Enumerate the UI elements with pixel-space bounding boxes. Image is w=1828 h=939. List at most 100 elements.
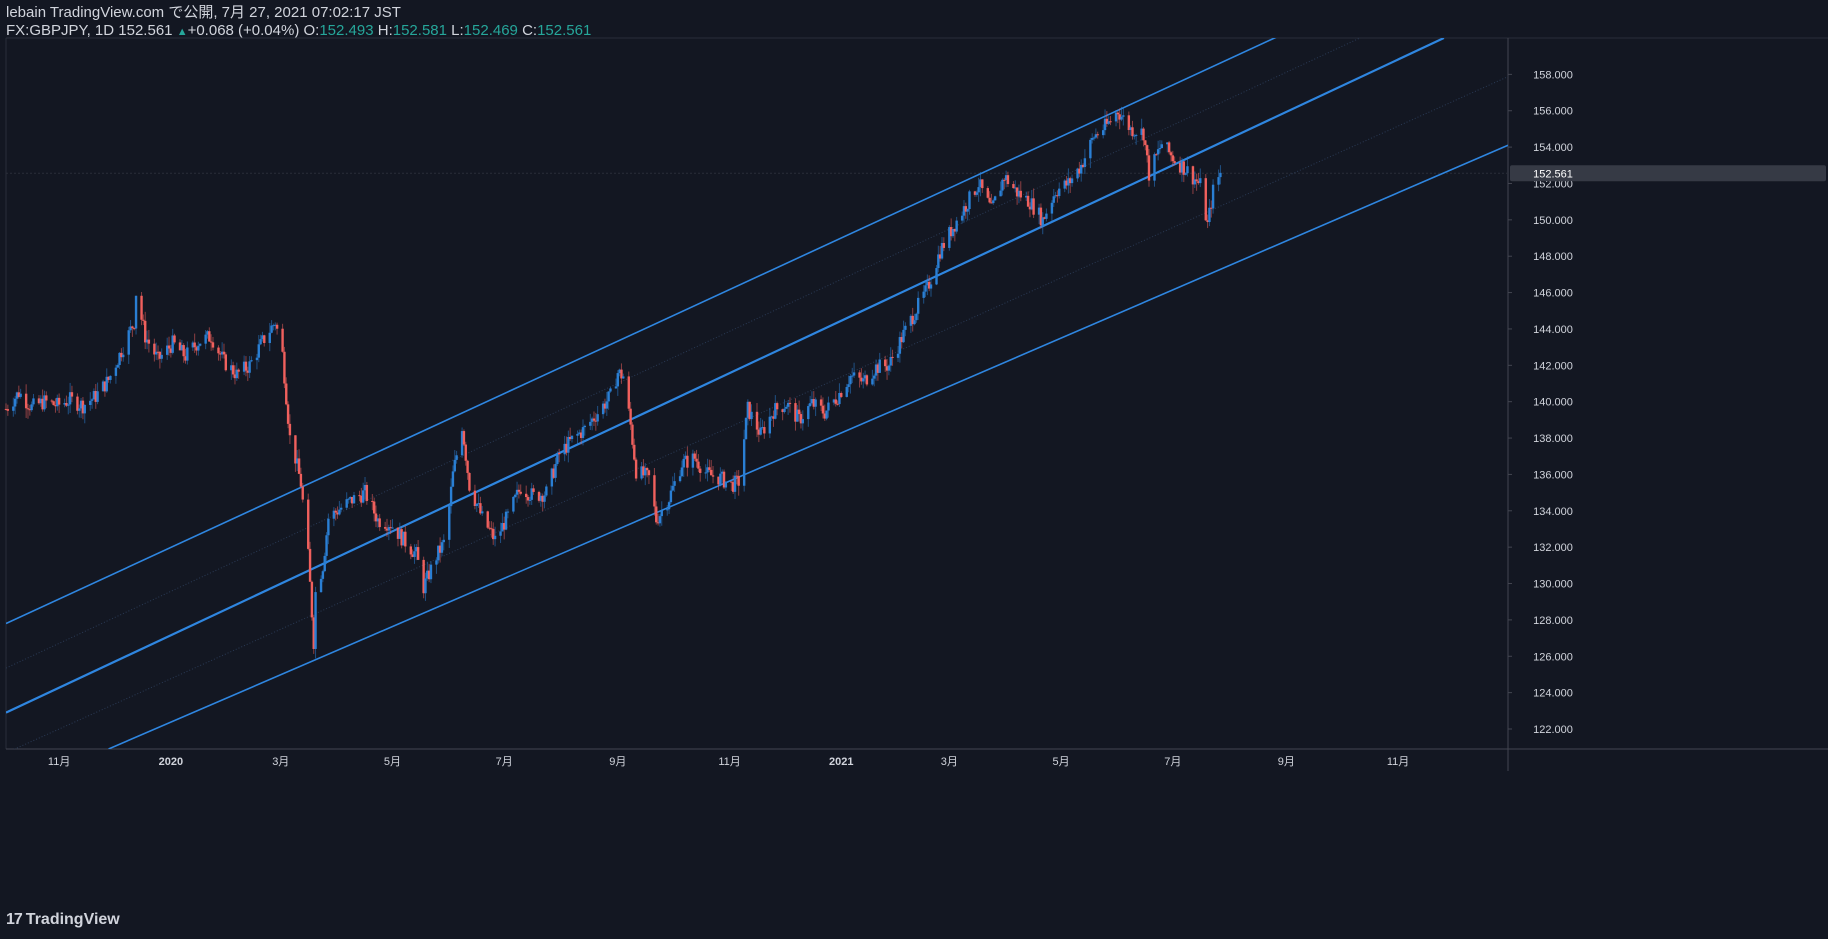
candle-body	[424, 578, 427, 594]
candle-body	[1186, 166, 1189, 174]
candle-body	[297, 458, 301, 474]
price-tick-label: 158.000	[1533, 69, 1573, 81]
candle-body	[840, 392, 843, 397]
candle-body	[182, 345, 185, 357]
candle-body	[1145, 145, 1149, 156]
candle-body	[1144, 140, 1147, 146]
candle-body	[30, 404, 33, 411]
candle-body	[929, 284, 933, 289]
candle-body	[873, 375, 876, 379]
candle-body	[633, 444, 636, 460]
candle-body	[338, 509, 341, 515]
candle-body	[114, 367, 118, 376]
candle-body	[576, 433, 579, 436]
candle-body	[473, 490, 477, 506]
candle-body	[283, 351, 286, 384]
price-tick-label: 138.000	[1533, 433, 1573, 445]
candle-body	[814, 399, 817, 407]
candle-body	[724, 481, 728, 488]
candle-body	[807, 406, 810, 420]
candle-body	[592, 418, 596, 421]
tradingview-logo[interactable]: 17 TradingView	[6, 911, 120, 929]
time-tick-label: 11月	[718, 756, 740, 768]
candle-body	[1050, 202, 1054, 214]
candle-body	[340, 507, 343, 510]
candle-body	[24, 393, 28, 409]
candle-body	[797, 409, 801, 415]
candle-body	[314, 592, 317, 649]
candle-body	[453, 459, 456, 472]
candle-body	[1101, 130, 1105, 136]
candle-body	[1184, 173, 1187, 175]
candle-body	[13, 398, 17, 407]
candle-body	[45, 395, 48, 401]
candle-body	[275, 324, 279, 329]
candle-body	[1195, 179, 1198, 182]
candle-body	[122, 354, 125, 358]
time-axis[interactable]: 11月 2020 3月 5月 7月 9月 11月 2021 3月 5月 7月 9月 11月	[48, 756, 1409, 768]
candle-body	[645, 467, 649, 471]
candle-body	[475, 503, 478, 506]
candle-body	[1173, 161, 1176, 163]
candle-body	[1167, 142, 1171, 153]
candle-body	[671, 485, 674, 491]
candle-body	[596, 414, 599, 422]
price-axis[interactable]: 122.000 124.000 126.000 128.000 130.000 132.0…	[1508, 69, 1826, 736]
candle-body	[915, 313, 918, 321]
candle-body	[334, 510, 337, 513]
candle-body	[988, 197, 991, 203]
candle-body	[147, 339, 151, 344]
price-chart[interactable]: 122.000 124.000 126.000 128.000 130.000 132.0…	[0, 0, 1828, 939]
candle-body	[935, 268, 938, 285]
candle-body	[466, 460, 469, 473]
candle-body	[750, 411, 753, 420]
candle-body	[347, 498, 350, 500]
candle-body	[464, 444, 467, 461]
price-tick-label: 140.000	[1533, 397, 1573, 409]
candle-body	[801, 419, 804, 424]
candle-body	[127, 330, 130, 355]
candle-body	[409, 546, 413, 555]
candle-body	[827, 402, 830, 411]
candle-body	[557, 452, 561, 455]
candle-body	[622, 376, 625, 379]
candle-body	[109, 375, 112, 380]
candle-body	[281, 328, 284, 352]
candle-body	[693, 453, 696, 459]
candle-body	[1052, 196, 1055, 203]
candle-body	[1089, 139, 1092, 159]
candle-body	[891, 356, 894, 358]
candle-body	[493, 535, 497, 540]
candle-body	[858, 372, 861, 378]
candle-body	[435, 560, 438, 565]
candle-body	[711, 475, 715, 477]
candle-body	[323, 555, 326, 572]
candle-body	[975, 192, 979, 195]
candle-body	[825, 410, 828, 419]
candle-body	[1006, 175, 1010, 185]
candle-body	[517, 489, 521, 492]
candle-body	[1182, 161, 1185, 175]
candle-body	[96, 391, 99, 402]
candle-body	[785, 406, 788, 409]
candle-body	[1096, 134, 1099, 136]
price-tick-label: 142.000	[1533, 360, 1573, 372]
candle-body	[680, 467, 684, 477]
candle-body	[1156, 149, 1160, 155]
candle-body	[699, 468, 702, 473]
candle-body	[924, 285, 927, 292]
candle-body	[902, 329, 905, 343]
candle-body	[1012, 184, 1015, 189]
candle-body	[1204, 178, 1207, 221]
candle-body	[237, 369, 240, 372]
candle-body	[966, 208, 969, 212]
candle-body	[308, 548, 312, 582]
candle-body	[759, 427, 762, 435]
candle-body	[449, 486, 453, 507]
price-tick-label: 132.000	[1533, 542, 1573, 554]
candle-body	[1032, 198, 1035, 215]
candle-body	[259, 339, 262, 345]
candle-body	[451, 471, 455, 487]
candle-body	[669, 490, 673, 503]
candle-body	[960, 215, 964, 221]
